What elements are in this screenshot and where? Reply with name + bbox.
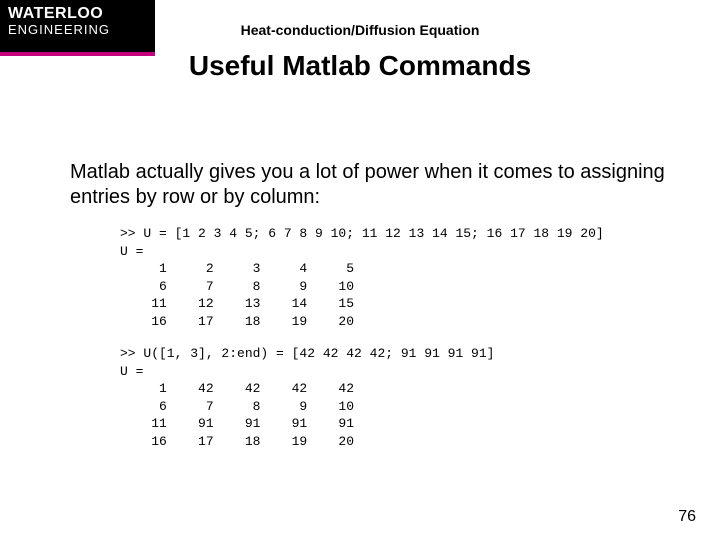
- code-block-2: >> U([1, 3], 2:end) = [42 42 42 42; 91 9…: [120, 345, 494, 450]
- page-title: Useful Matlab Commands: [0, 50, 720, 82]
- slide-number: 76: [678, 508, 696, 526]
- code-block-1: >> U = [1 2 3 4 5; 6 7 8 9 10; 11 12 13 …: [120, 225, 604, 330]
- header-topic: Heat-conduction/Diffusion Equation: [0, 22, 720, 38]
- logo-line-1: WATERLOO: [8, 6, 147, 23]
- body-paragraph: Matlab actually gives you a lot of power…: [70, 160, 670, 210]
